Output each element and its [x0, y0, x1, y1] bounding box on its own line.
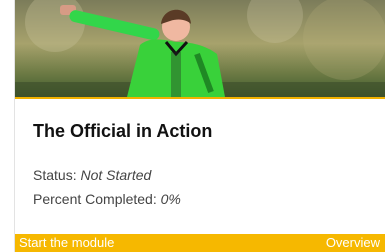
module-card: The Official in Action Status: Not Start… — [14, 0, 385, 252]
overview-link[interactable]: Overview — [326, 234, 380, 252]
module-image — [15, 0, 385, 99]
status-value: Not Started — [80, 167, 152, 183]
status-label: Status: — [33, 167, 77, 183]
module-title: The Official in Action — [33, 121, 213, 141]
status-row: Status: Not Started — [33, 167, 151, 183]
card-footer: Start the module Overview — [15, 234, 385, 252]
percent-value: 0% — [160, 191, 181, 207]
start-module-link[interactable]: Start the module — [19, 234, 114, 252]
referee-photo — [15, 0, 385, 97]
percent-label: Percent Completed: — [33, 191, 157, 207]
percent-row: Percent Completed: 0% — [33, 191, 181, 207]
